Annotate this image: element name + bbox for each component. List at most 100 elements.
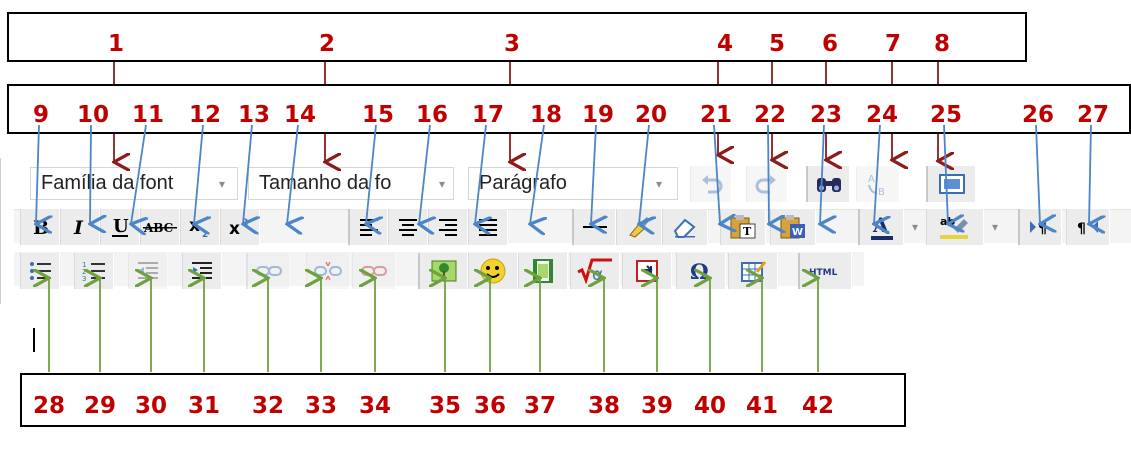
eraser-icon xyxy=(673,218,696,238)
nonbreaking-space-icon xyxy=(636,260,658,282)
eraser-button[interactable] xyxy=(662,209,708,245)
align-right-button[interactable] xyxy=(428,209,468,245)
text-caret xyxy=(33,328,35,352)
media-button[interactable] xyxy=(518,253,568,289)
bullet-list-button[interactable] xyxy=(20,253,60,289)
clean-format-button[interactable] xyxy=(616,209,662,245)
emoticon-button[interactable] xyxy=(468,253,518,289)
special-char-icon: Ω xyxy=(690,259,709,283)
svg-text:x: x xyxy=(229,219,240,238)
font-family-dropdown-icon[interactable]: ▾ xyxy=(211,172,233,196)
link-button[interactable] xyxy=(246,253,290,289)
font-color-button[interactable]: A xyxy=(858,209,904,245)
annotation-number-36: 36 xyxy=(473,393,507,419)
italic-button[interactable]: I xyxy=(60,209,100,245)
annotation-number-22: 22 xyxy=(753,102,787,128)
fullscreen-button[interactable] xyxy=(926,166,976,202)
annotation-number-25: 25 xyxy=(929,102,963,128)
annotation-number-5: 5 xyxy=(768,31,786,57)
rtl-icon: ¶ xyxy=(1077,221,1098,237)
annotation-number-3: 3 xyxy=(503,31,521,57)
align-left-button[interactable] xyxy=(348,209,388,245)
svg-text:U: U xyxy=(113,216,129,237)
font-family-select[interactable]: Família da font xyxy=(30,167,238,200)
special-char-button[interactable]: Ω xyxy=(676,253,726,289)
annotation-number-31: 31 xyxy=(187,393,221,419)
annotation-number-16: 16 xyxy=(415,102,449,128)
paste-text-icon: T xyxy=(730,215,756,239)
font-size-select[interactable]: Tamanho da fo xyxy=(248,167,454,200)
horizontal-rule-button[interactable] xyxy=(572,209,616,245)
align-left-icon xyxy=(359,219,378,236)
ltr-button[interactable]: ¶ xyxy=(1018,209,1062,245)
outdent-button[interactable] xyxy=(128,253,168,289)
annotation-number-37: 37 xyxy=(523,393,557,419)
subscript-button[interactable]: x2 xyxy=(180,209,220,245)
indent-button[interactable] xyxy=(182,253,222,289)
annotation-number-7: 7 xyxy=(884,31,902,57)
font-size-dropdown-icon[interactable]: ▾ xyxy=(431,172,453,196)
paragraph-format-select[interactable]: Parágrafo xyxy=(468,167,678,200)
table-button[interactable] xyxy=(728,253,778,289)
annotation-number-27: 27 xyxy=(1076,102,1110,128)
svg-text:2: 2 xyxy=(242,218,248,228)
paragraph-format-dropdown-icon[interactable]: ▾ xyxy=(648,172,670,196)
redo-button[interactable] xyxy=(746,166,788,202)
annotation-number-2: 2 xyxy=(318,31,336,57)
paste-word-button[interactable]: W xyxy=(770,209,816,245)
annotation-number-40: 40 xyxy=(693,393,727,419)
svg-text:W: W xyxy=(792,227,803,238)
subscript-icon: x2 xyxy=(189,216,208,238)
svg-text:α: α xyxy=(592,265,603,284)
annotation-number-8: 8 xyxy=(933,31,951,57)
anchor-icon xyxy=(361,266,387,276)
svg-text:Ω: Ω xyxy=(690,259,709,283)
svg-text:3: 3 xyxy=(82,275,86,282)
svg-text:ab: ab xyxy=(940,215,955,228)
annotation-number-10: 10 xyxy=(76,102,110,128)
fullscreen-icon xyxy=(938,174,965,194)
emoticon-icon xyxy=(480,258,506,284)
binoculars-icon xyxy=(816,178,841,192)
highlight-color-button[interactable]: ab xyxy=(926,209,984,245)
image-button[interactable] xyxy=(418,253,468,289)
superscript-button[interactable]: x2 xyxy=(220,209,260,245)
annotation-number-23: 23 xyxy=(809,102,843,128)
annotation-number-19: 19 xyxy=(581,102,615,128)
outdent-icon xyxy=(138,262,158,279)
find-button[interactable] xyxy=(806,166,850,202)
paste-word-icon: W xyxy=(780,215,805,239)
annotation-number-30: 30 xyxy=(134,393,168,419)
middle-number-box xyxy=(7,84,1131,134)
html-icon: HTML xyxy=(809,268,838,278)
unlink-button[interactable] xyxy=(306,253,350,289)
svg-text:A: A xyxy=(872,213,889,237)
justify-button[interactable] xyxy=(468,209,508,245)
justify-icon xyxy=(479,219,497,236)
nonbreaking-space-button[interactable] xyxy=(622,253,672,289)
redo-icon xyxy=(755,175,776,194)
annotation-number-9: 9 xyxy=(32,102,50,128)
replace-button[interactable]: AB xyxy=(856,166,900,202)
numbered-list-button[interactable]: 123 xyxy=(74,253,114,289)
html-source-button[interactable]: HTML xyxy=(798,253,852,289)
equation-button[interactable]: α xyxy=(570,253,620,289)
align-center-button[interactable] xyxy=(388,209,428,245)
annotation-number-32: 32 xyxy=(251,393,285,419)
rtl-button[interactable]: ¶ xyxy=(1066,209,1110,245)
bold-button[interactable]: B xyxy=(20,209,60,245)
anchor-button[interactable] xyxy=(352,253,396,289)
ltr-icon: ¶ xyxy=(1029,221,1046,237)
undo-button[interactable] xyxy=(690,166,732,202)
annotation-number-1: 1 xyxy=(107,31,125,57)
annotation-number-41: 41 xyxy=(745,393,779,419)
strikethrough-button[interactable]: ABC xyxy=(140,209,180,245)
svg-text:2: 2 xyxy=(202,230,208,238)
annotation-number-12: 12 xyxy=(188,102,222,128)
font-color-dropdown-icon[interactable]: ▾ xyxy=(904,215,926,239)
font-size-label: Tamanho da fo xyxy=(259,172,392,194)
annotation-number-18: 18 xyxy=(529,102,563,128)
paste-text-button[interactable]: T xyxy=(720,209,766,245)
underline-button[interactable]: U xyxy=(100,209,140,245)
highlight-color-dropdown-icon[interactable]: ▾ xyxy=(984,215,1006,239)
